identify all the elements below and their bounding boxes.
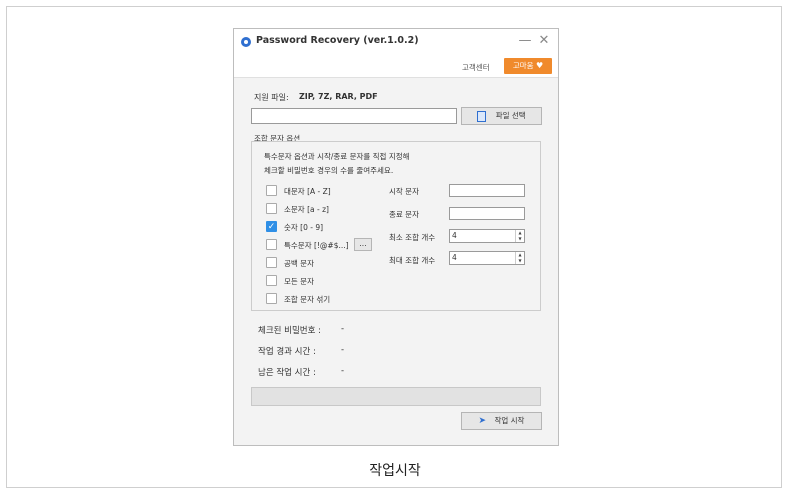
title-bar: Password Recovery (ver.1.0.2) — ✕ <box>234 29 558 55</box>
options-description-1: 특수문자 옵션과 시작/종료 문자를 직접 지정해 <box>264 152 410 161</box>
thanks-label: 고마움 <box>512 61 534 70</box>
app-logo-icon <box>241 37 251 47</box>
thanks-button[interactable]: 고마움 ♥ <box>504 58 552 74</box>
stepper-arrows-icon[interactable]: ▲ ▼ <box>515 230 524 242</box>
max-length-stepper[interactable]: 4 ▲ ▼ <box>449 251 525 265</box>
heart-icon: ♥ <box>535 61 544 70</box>
stepper-arrows-icon[interactable]: ▲ ▼ <box>515 252 524 264</box>
lowercase-label: 소문자 [a - z] <box>284 205 329 214</box>
digits-checkbox[interactable]: ✓ <box>266 221 277 232</box>
file-path-input[interactable] <box>251 108 457 124</box>
min-length-stepper[interactable]: 4 ▲ ▼ <box>449 229 525 243</box>
start-char-label: 시작 문자 <box>389 187 419 196</box>
start-button[interactable]: ➤ 작업 시작 <box>461 412 542 430</box>
shuffle-checkbox[interactable] <box>266 293 277 304</box>
remaining-time-value: - <box>341 366 345 376</box>
header-bar: 고객센터 고마움 ♥ <box>234 55 558 78</box>
checked-passwords-label: 체크된 비밀번호 : <box>258 326 322 336</box>
all-chars-checkbox[interactable] <box>266 275 277 286</box>
supported-file-types: ZIP, 7Z, RAR, PDF <box>299 92 378 101</box>
remaining-time-label: 남은 작업 시간 : <box>258 368 316 378</box>
lowercase-checkbox[interactable] <box>266 203 277 214</box>
min-length-value: 4 <box>452 231 457 240</box>
space-label: 공백 문자 <box>284 259 314 268</box>
file-select-label: 파일 선택 <box>495 111 526 120</box>
special-chars-label: 특수문자 [!@#$...] <box>284 241 349 250</box>
options-description-2: 체크할 비밀번호 경우의 수를 줄여주세요. <box>264 166 394 175</box>
max-length-value: 4 <box>452 253 457 262</box>
digits-label: 숫자 [0 - 9] <box>284 223 324 232</box>
elapsed-time-label: 작업 경과 시간 : <box>258 347 316 357</box>
special-chars-checkbox[interactable] <box>266 239 277 250</box>
checkmark-icon: ✓ <box>267 222 276 232</box>
uppercase-label: 대문자 [A - Z] <box>284 187 331 196</box>
minimize-button[interactable]: — <box>516 32 534 50</box>
close-button[interactable]: ✕ <box>535 32 553 50</box>
app-window: Password Recovery (ver.1.0.2) — ✕ 고객센터 고… <box>233 28 559 446</box>
start-button-label: 작업 시작 <box>494 416 525 425</box>
max-length-label: 최대 조합 개수 <box>389 256 436 265</box>
caption: 작업시작 <box>369 463 421 479</box>
uppercase-checkbox[interactable] <box>266 185 277 196</box>
end-char-input[interactable] <box>449 207 525 220</box>
end-char-label: 종료 문자 <box>389 210 419 219</box>
start-char-input[interactable] <box>449 184 525 197</box>
shuffle-label: 조합 문자 섞기 <box>284 295 331 304</box>
space-checkbox[interactable] <box>266 257 277 268</box>
rocket-icon: ➤ <box>478 416 487 426</box>
elapsed-time-value: - <box>341 345 345 355</box>
window-title: Password Recovery (ver.1.0.2) <box>256 35 419 46</box>
file-icon <box>477 110 487 122</box>
supported-files-label: 지원 파일: <box>254 93 289 102</box>
min-length-label: 최소 조합 개수 <box>389 233 436 242</box>
checked-passwords-value: - <box>341 324 345 334</box>
support-link[interactable]: 고객센터 <box>462 62 490 73</box>
special-chars-more-button[interactable]: ... <box>354 238 372 251</box>
file-select-button[interactable]: 파일 선택 <box>461 107 542 125</box>
progress-bar <box>251 387 541 406</box>
all-chars-label: 모든 문자 <box>284 277 314 286</box>
